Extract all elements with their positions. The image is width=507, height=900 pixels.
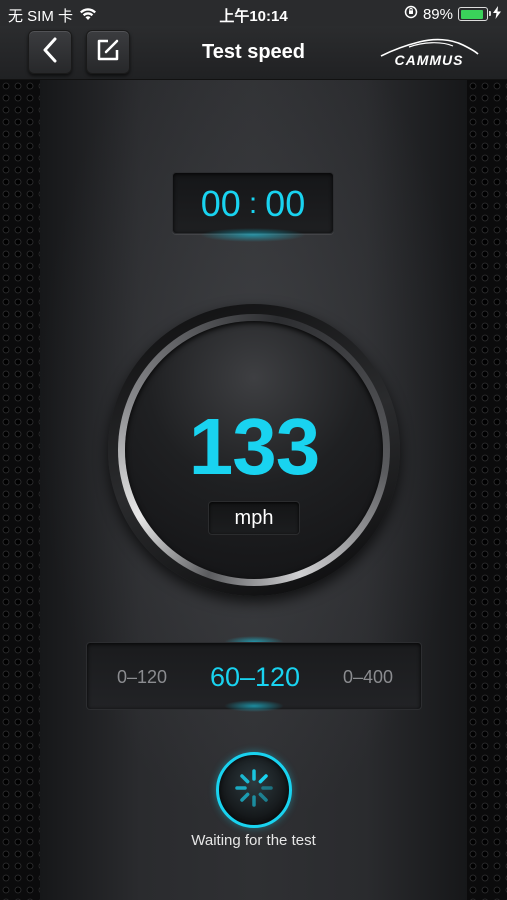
spinner-tick (258, 792, 268, 802)
test-status: Waiting for the test (191, 832, 316, 849)
speed-unit: mph (208, 501, 300, 535)
speed-value: 133 (188, 402, 320, 491)
brand-name: CAMMUS (394, 52, 464, 68)
spinner-tick (258, 773, 268, 783)
right-perforated-panel (467, 80, 507, 900)
mode-option-0-120[interactable]: 0–120 (87, 643, 197, 711)
main-panel: 00:00 133 mph 0–120 60–120 0–400 Waiting… (0, 80, 507, 900)
gauge-ring: 133 mph (118, 314, 390, 586)
spinner-tick (240, 792, 250, 802)
mode-glow-bottom (224, 700, 284, 712)
charging-bolt-icon (493, 5, 501, 23)
timer-seconds: 00 (265, 183, 306, 224)
timer-separator: : (248, 187, 258, 220)
orientation-lock-icon (404, 5, 418, 23)
navigation-bar: Test speed CAMMUS (0, 26, 507, 80)
battery-percent: 89% (422, 5, 453, 23)
loading-spinner-icon (232, 766, 276, 815)
left-perforated-panel (0, 80, 40, 900)
brand-logo: CAMMUS (379, 36, 479, 68)
status-bar: 无 SIM 卡 上午10:14 89% (0, 0, 507, 26)
timer-minutes: 00 (200, 183, 241, 224)
gauge-face: 133 mph (125, 321, 383, 579)
timer-display: 00:00 (172, 172, 334, 234)
start-test-button[interactable] (216, 752, 292, 828)
spinner-tick (240, 773, 250, 783)
timer-glow (200, 228, 306, 242)
speed-gauge: 133 mph (108, 304, 400, 596)
mode-option-0-400[interactable]: 0–400 (313, 643, 423, 711)
battery-icon (458, 7, 491, 21)
